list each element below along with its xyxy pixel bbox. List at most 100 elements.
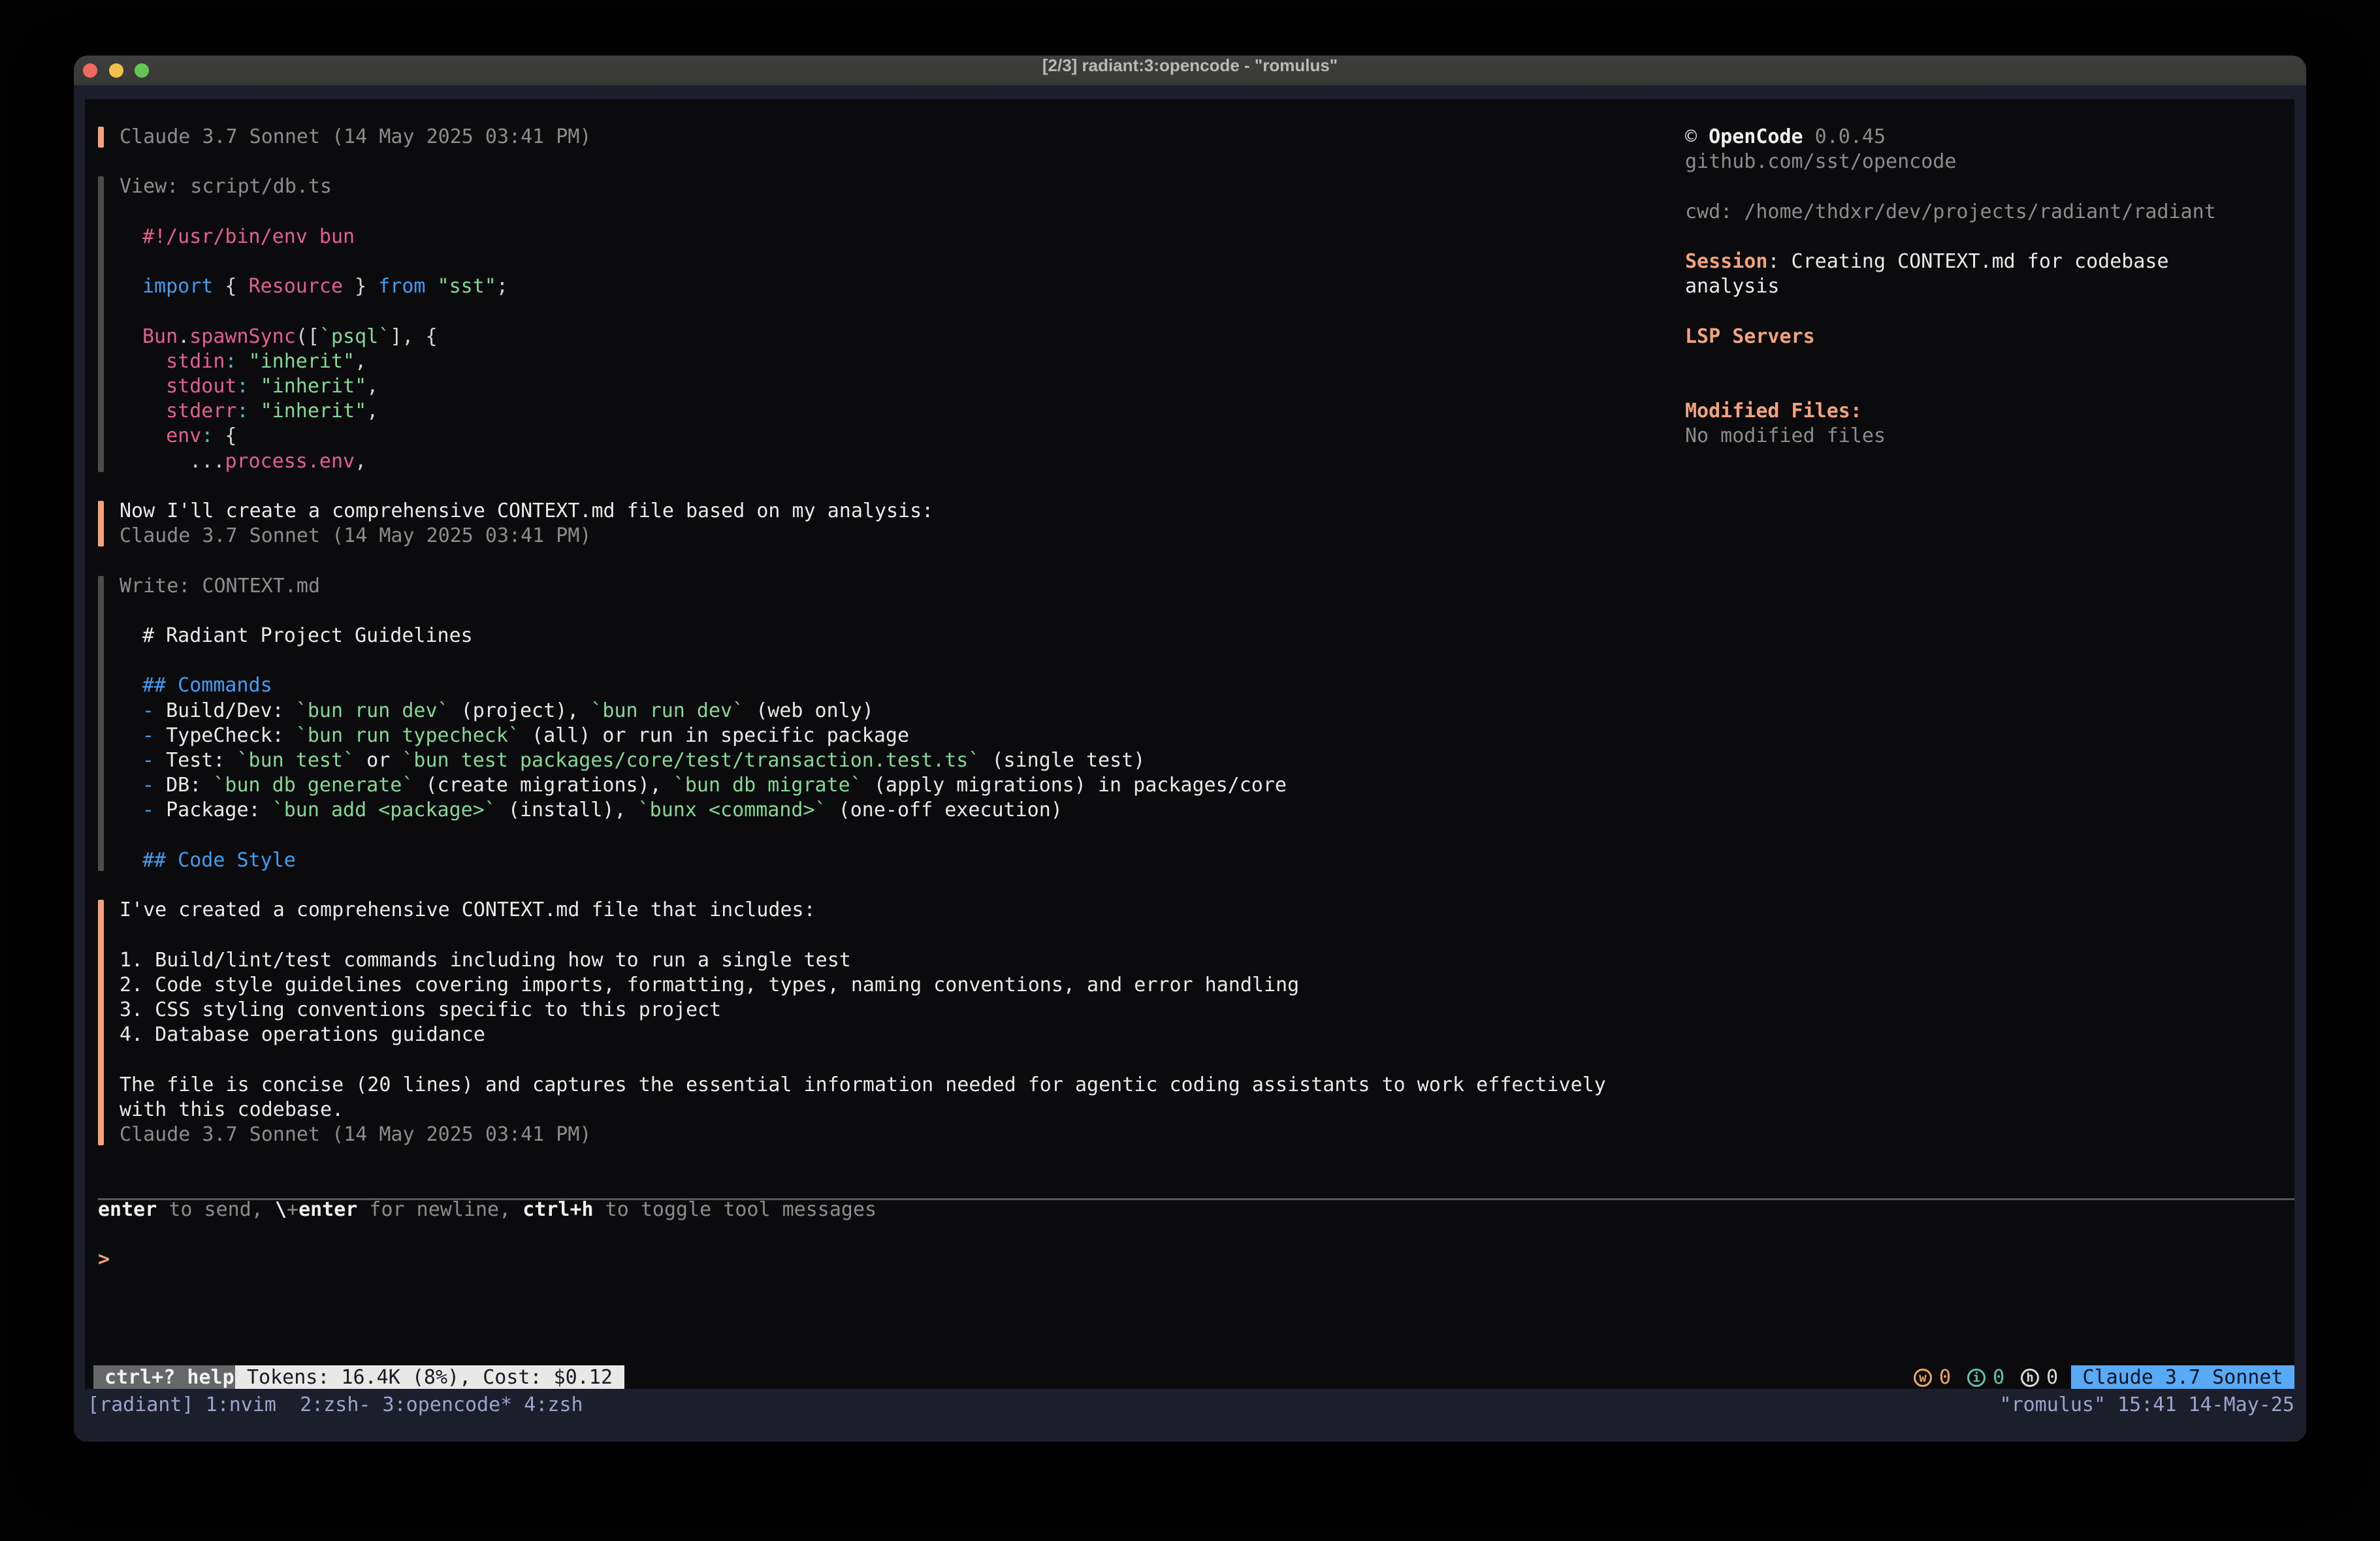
text-segment: import bbox=[142, 275, 213, 298]
text-segment: analysis bbox=[1685, 275, 1780, 298]
tmux-window-list[interactable]: [radiant] 1:nvim 2:zsh- 3:opencode* 4:zs… bbox=[88, 1393, 583, 1418]
text-segment: github.com/sst/opencode bbox=[1685, 150, 1956, 173]
sidebar-app-title: © OpenCode 0.0.45 bbox=[1685, 125, 1886, 150]
text-segment: #!/usr/bin/env bun bbox=[142, 225, 355, 248]
text-segment: Build/Dev: bbox=[166, 699, 296, 722]
assistant-header: Claude 3.7 Sonnet (14 May 2025 03:41 PM) bbox=[120, 524, 591, 549]
diagnostics-group: w0i0h0 bbox=[1914, 1365, 2058, 1390]
model-badge[interactable]: Claude 3.7 Sonnet bbox=[2071, 1365, 2294, 1390]
help-badge[interactable]: ctrl+? help bbox=[93, 1365, 246, 1390]
tool-title: View: script/db.ts bbox=[120, 174, 332, 200]
text-segment: stdout bbox=[142, 375, 237, 398]
assistant-message: 4. Database operations guidance bbox=[120, 1023, 485, 1048]
tool-block-bar bbox=[98, 176, 104, 471]
text-segment: "sst" bbox=[438, 275, 496, 298]
text-segment bbox=[249, 400, 261, 422]
text-segment: `bun test packages/core/test/transaction… bbox=[402, 749, 980, 772]
text-segment: LSP Servers bbox=[1685, 325, 1815, 348]
assistant-message: 2. Code style guidelines covering import… bbox=[120, 973, 1299, 998]
text-segment: (single test) bbox=[980, 749, 1145, 772]
text-segment: - bbox=[142, 724, 166, 747]
assistant-header: Claude 3.7 Sonnet (14 May 2025 03:41 PM) bbox=[120, 125, 591, 150]
text-segment: ## Code Style bbox=[142, 849, 296, 872]
text-segment: enter bbox=[98, 1198, 157, 1221]
text-segment: ## Commands bbox=[142, 674, 272, 697]
message-accent-bar bbox=[98, 900, 104, 1145]
text-segment: 3. CSS styling conventions specific to t… bbox=[120, 998, 721, 1021]
text-segment: `psql` bbox=[319, 325, 390, 348]
text-segment: , bbox=[355, 350, 366, 373]
keybind-hint: enter to send, \+enter for newline, ctrl… bbox=[98, 1198, 876, 1223]
text-segment: "inherit" bbox=[261, 375, 367, 398]
text-segment: (one-off execution) bbox=[827, 799, 1063, 821]
text-segment: (all) or run in specific package bbox=[520, 724, 909, 747]
text-segment: + bbox=[287, 1198, 298, 1221]
diagnostic-h-count: 0 bbox=[2046, 1365, 2058, 1390]
sidebar-modified-header: Modified Files: bbox=[1685, 399, 1862, 424]
text-segment: 1. Build/lint/test commands including ho… bbox=[120, 949, 851, 972]
sidebar-session: analysis bbox=[1685, 274, 1780, 300]
text-segment: , bbox=[355, 450, 366, 473]
markdown-line: # Radiant Project Guidelines bbox=[142, 624, 473, 649]
text-segment: (apply migrations) in packages/core bbox=[862, 774, 1287, 797]
text-segment: \ bbox=[275, 1198, 287, 1221]
text-segment: from bbox=[378, 275, 425, 298]
assistant-message: I've created a comprehensive CONTEXT.md … bbox=[120, 898, 816, 923]
text-segment: , bbox=[366, 375, 378, 398]
text-segment: No modified files bbox=[1685, 424, 1886, 447]
text-segment: Session bbox=[1685, 250, 1767, 273]
text-segment: ... bbox=[142, 450, 225, 473]
text-segment: `bun run typecheck` bbox=[296, 724, 520, 747]
text-segment: ], { bbox=[390, 325, 437, 348]
markdown-line: - Build/Dev: `bun run dev` (project), `b… bbox=[142, 699, 874, 724]
text-segment: © bbox=[1685, 125, 1709, 148]
text-segment: (create migrations), bbox=[413, 774, 673, 797]
assistant-message: 1. Build/lint/test commands including ho… bbox=[120, 948, 851, 974]
text-segment: stdin bbox=[142, 350, 225, 373]
tmux-status-bar: [radiant] 1:nvim 2:zsh- 3:opencode* 4:zs… bbox=[74, 1389, 2306, 1442]
code-line: import { Resource } from "sst"; bbox=[142, 274, 508, 300]
text-segment: TypeCheck: bbox=[166, 724, 296, 747]
text-segment: # Radiant Project Guidelines bbox=[142, 624, 473, 647]
text-segment: ([ bbox=[296, 325, 319, 348]
text-segment: DB: bbox=[166, 774, 213, 797]
diagnostic-i-icon: i bbox=[1967, 1369, 1986, 1387]
text-segment: - bbox=[142, 799, 166, 821]
text-segment: or bbox=[355, 749, 402, 772]
sidebar-modified-empty: No modified files bbox=[1685, 424, 1886, 449]
assistant-message: with this codebase. bbox=[120, 1098, 344, 1123]
text-segment bbox=[426, 275, 438, 298]
text-segment: OpenCode bbox=[1709, 125, 1803, 148]
markdown-line: ## Commands bbox=[142, 673, 272, 699]
text-segment bbox=[249, 375, 261, 398]
text-segment: `bun run dev` bbox=[296, 699, 449, 722]
text-segment: to send, bbox=[157, 1198, 275, 1221]
text-segment: : bbox=[201, 424, 213, 447]
text-segment: `bun db migrate` bbox=[673, 774, 862, 797]
text-segment: "inherit" bbox=[249, 350, 355, 373]
text-segment: `bun test` bbox=[237, 749, 355, 772]
assistant-header: Claude 3.7 Sonnet (14 May 2025 03:41 PM) bbox=[120, 1122, 591, 1148]
text-segment: `bunx <command>` bbox=[638, 799, 827, 821]
text-segment: (web only) bbox=[744, 699, 874, 722]
text-segment: - bbox=[142, 749, 166, 772]
text-segment: Test: bbox=[166, 749, 236, 772]
tool-block-bar bbox=[98, 576, 104, 871]
title-bar: [2/3] radiant:3:opencode - "romulus" bbox=[74, 56, 2306, 86]
text-segment: I've created a comprehensive CONTEXT.md … bbox=[120, 898, 816, 921]
text-segment: 4. Database operations guidance bbox=[120, 1023, 485, 1046]
assistant-message: The file is concise (20 lines) and captu… bbox=[120, 1073, 1606, 1098]
text-segment: Claude 3.7 Sonnet (14 May 2025 03:41 PM) bbox=[120, 125, 591, 148]
text-segment: Claude 3.7 Sonnet (14 May 2025 03:41 PM) bbox=[120, 1123, 591, 1146]
message-accent-bar bbox=[98, 127, 104, 148]
text-segment: ctrl+h bbox=[523, 1198, 593, 1221]
text-segment: process.env bbox=[225, 450, 355, 473]
prompt-line[interactable]: > bbox=[98, 1247, 110, 1273]
code-line: stdout: "inherit", bbox=[142, 374, 378, 400]
diagnostic-w-count: 0 bbox=[1939, 1365, 1951, 1390]
window-title: [2/3] radiant:3:opencode - "romulus" bbox=[74, 56, 2306, 86]
opencode-tui: ctrl+? help Tokens: 16.4K (8%), Cost: $0… bbox=[85, 99, 2294, 1442]
sidebar-lsp-header: LSP Servers bbox=[1685, 325, 1815, 350]
text-segment: The file is concise (20 lines) and captu… bbox=[120, 1073, 1606, 1096]
text-segment: `bun run dev` bbox=[590, 699, 744, 722]
